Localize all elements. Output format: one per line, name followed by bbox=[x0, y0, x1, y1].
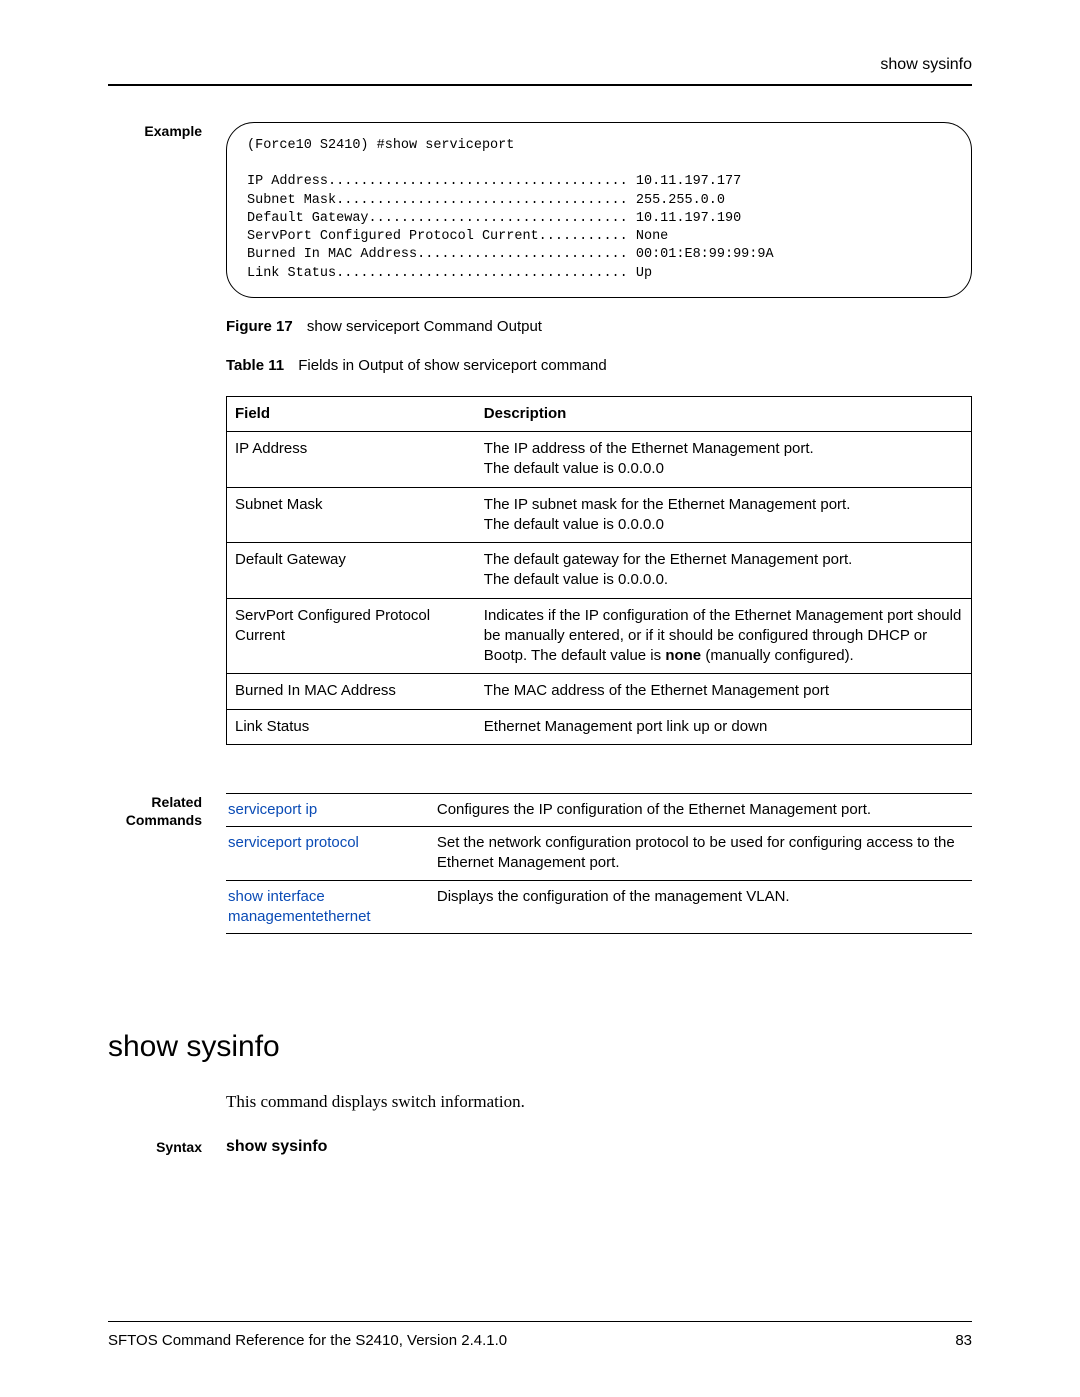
table-row: serviceport protocol Set the network con… bbox=[226, 827, 972, 881]
syntax-block: show sysinfo bbox=[226, 1138, 972, 1156]
cell-field: Subnet Mask bbox=[227, 487, 480, 543]
footer-page-number: 83 bbox=[955, 1332, 972, 1349]
desc-part: (manually configured). bbox=[701, 647, 854, 664]
cell-desc: The IP address of the Ethernet Managemen… bbox=[480, 432, 972, 488]
cell-field: Burned In MAC Address bbox=[227, 674, 480, 709]
cell-field: ServPort Configured Protocol Current bbox=[227, 598, 480, 674]
cell-desc: Displays the configuration of the manage… bbox=[435, 880, 972, 934]
table-row: Link Status Ethernet Management port lin… bbox=[227, 709, 972, 744]
table-row: ServPort Configured Protocol Current Ind… bbox=[227, 598, 972, 674]
cell-desc: Set the network configuration protocol t… bbox=[435, 827, 972, 881]
table-row: IP Address The IP address of the Etherne… bbox=[227, 432, 972, 488]
related-block: serviceport ip Configures the IP configu… bbox=[226, 793, 972, 934]
cell-desc: The MAC address of the Ethernet Manageme… bbox=[480, 674, 972, 709]
cell-desc: The default gateway for the Ethernet Man… bbox=[480, 543, 972, 599]
cell-desc: Indicates if the IP configuration of the… bbox=[480, 598, 972, 674]
cell-desc: Ethernet Management port link up or down bbox=[480, 709, 972, 744]
page-content: show sysinfo Example (Force10 S2410) #sh… bbox=[0, 0, 1080, 1156]
syntax-command: show sysinfo bbox=[226, 1138, 327, 1155]
section-heading: show sysinfo bbox=[108, 1030, 972, 1064]
link-command[interactable]: serviceport protocol bbox=[228, 834, 359, 851]
footer-rule bbox=[108, 1321, 972, 1322]
cell-desc: Configures the IP configuration of the E… bbox=[435, 793, 972, 826]
example-block: (Force10 S2410) #show serviceport IP Add… bbox=[226, 122, 972, 745]
table-row: Burned In MAC Address The MAC address of… bbox=[227, 674, 972, 709]
label-example: Example bbox=[108, 122, 214, 140]
label-line1: Related bbox=[151, 794, 202, 810]
table-text: Fields in Output of show serviceport com… bbox=[298, 357, 606, 374]
fields-table: Field Description IP Address The IP addr… bbox=[226, 396, 972, 745]
header-rule bbox=[108, 84, 972, 86]
related-table: serviceport ip Configures the IP configu… bbox=[226, 793, 972, 934]
cell-field: Link Status bbox=[227, 709, 480, 744]
table-header-row: Field Description bbox=[227, 396, 972, 431]
page-header-title: show sysinfo bbox=[108, 56, 972, 84]
table-row: Subnet Mask The IP subnet mask for the E… bbox=[227, 487, 972, 543]
example-section: Example (Force10 S2410) #show servicepor… bbox=[108, 122, 972, 793]
table-row: serviceport ip Configures the IP configu… bbox=[226, 793, 972, 826]
cell-field: Default Gateway bbox=[227, 543, 480, 599]
link-command[interactable]: show interface managementethernet bbox=[228, 888, 371, 925]
syntax-section: Syntax show sysinfo bbox=[108, 1138, 972, 1156]
desc-part-bold: none bbox=[665, 647, 701, 664]
col-description: Description bbox=[480, 396, 972, 431]
label-syntax: Syntax bbox=[108, 1138, 214, 1156]
code-output: (Force10 S2410) #show serviceport IP Add… bbox=[226, 122, 972, 298]
table-caption: Table 11 Fields in Output of show servic… bbox=[226, 357, 972, 374]
link-command[interactable]: serviceport ip bbox=[228, 801, 317, 818]
figure-label: Figure 17 bbox=[226, 318, 293, 335]
label-line2: Commands bbox=[126, 812, 202, 828]
label-related-commands: Related Commands bbox=[108, 793, 214, 829]
table-row: show interface managementethernet Displa… bbox=[226, 880, 972, 934]
footer-left: SFTOS Command Reference for the S2410, V… bbox=[108, 1332, 507, 1349]
figure-text: show serviceport Command Output bbox=[307, 318, 542, 335]
cell-desc: The IP subnet mask for the Ethernet Mana… bbox=[480, 487, 972, 543]
table-row: Default Gateway The default gateway for … bbox=[227, 543, 972, 599]
figure-caption: Figure 17 show serviceport Command Outpu… bbox=[226, 318, 972, 335]
page-footer: SFTOS Command Reference for the S2410, V… bbox=[108, 1321, 972, 1349]
cell-field: IP Address bbox=[227, 432, 480, 488]
related-commands-section: Related Commands serviceport ip Configur… bbox=[108, 793, 972, 934]
col-field: Field bbox=[227, 396, 480, 431]
table-label: Table 11 bbox=[226, 357, 284, 374]
section-body: This command displays switch information… bbox=[226, 1092, 972, 1112]
